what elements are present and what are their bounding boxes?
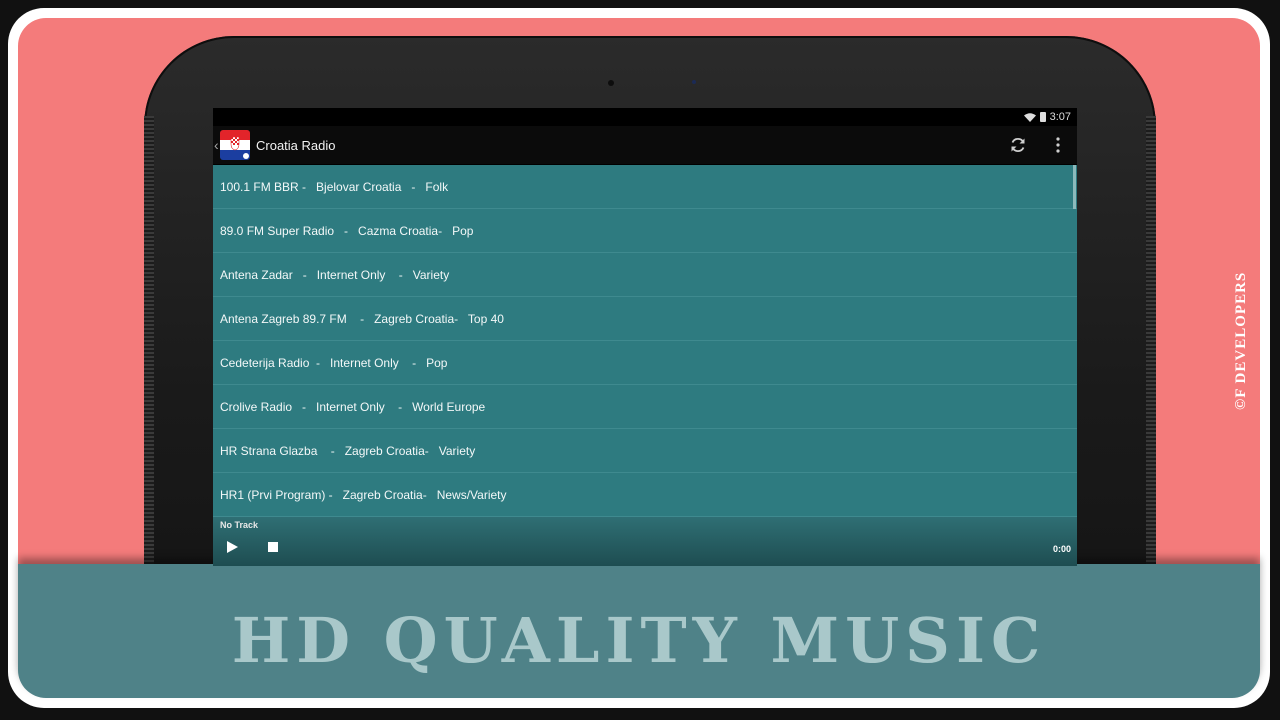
play-icon[interactable] — [227, 541, 238, 553]
battery-icon — [1039, 112, 1046, 122]
station-row[interactable]: 89.0 FM Super Radio - Cazma Croatia- Pop — [213, 209, 1077, 253]
watermark: ©F DEVELOPERS — [1233, 271, 1249, 410]
station-list[interactable]: 100.1 FM BBR - Bjelovar Croatia - Folk 8… — [213, 165, 1077, 517]
stop-icon[interactable] — [268, 542, 278, 552]
station-row[interactable]: Antena Zadar - Internet Only - Variety — [213, 253, 1077, 297]
status-time: 3:07 — [1049, 111, 1071, 123]
overflow-menu-icon[interactable] — [1055, 136, 1061, 154]
camera-icon — [608, 80, 614, 86]
station-row[interactable]: Crolive Radio - Internet Only - World Eu… — [213, 385, 1077, 429]
station-row[interactable]: HR Strana Glazba - Zagreb Croatia- Varie… — [213, 429, 1077, 473]
station-row[interactable]: Antena Zagreb 89.7 FM - Zagreb Croatia- … — [213, 297, 1077, 341]
banner-text: HD QUALITY MUSIC — [231, 604, 1047, 677]
status-bar: 3:07 — [213, 108, 1077, 126]
app-title: Croatia Radio — [256, 137, 336, 153]
refresh-icon[interactable] — [1009, 136, 1027, 154]
track-title: No Track — [220, 520, 259, 530]
station-row[interactable]: Cedeterija Radio - Internet Only - Pop — [213, 341, 1077, 385]
promo-banner: HD QUALITY MUSIC — [18, 564, 1260, 698]
track-time: 0:00 — [1052, 544, 1071, 554]
tablet-screen: 3:07 ‹ Croatia Radio 100.1 FM BBR - Bjel… — [213, 108, 1077, 566]
action-bar: ‹ Croatia Radio — [213, 126, 1077, 164]
speaker-grille-right — [1146, 116, 1156, 574]
station-row[interactable]: 100.1 FM BBR - Bjelovar Croatia - Folk — [213, 165, 1077, 209]
scrollbar[interactable] — [1073, 165, 1076, 209]
speaker-grille-left — [144, 116, 154, 574]
player-bar: No Track 0:00 — [213, 517, 1077, 566]
sensor-icon — [692, 80, 696, 84]
app-logo-croatia-flag-icon[interactable] — [220, 130, 250, 160]
station-row[interactable]: HR1 (Prvi Program) - Zagreb Croatia- New… — [213, 473, 1077, 517]
wifi-icon — [1023, 112, 1036, 122]
